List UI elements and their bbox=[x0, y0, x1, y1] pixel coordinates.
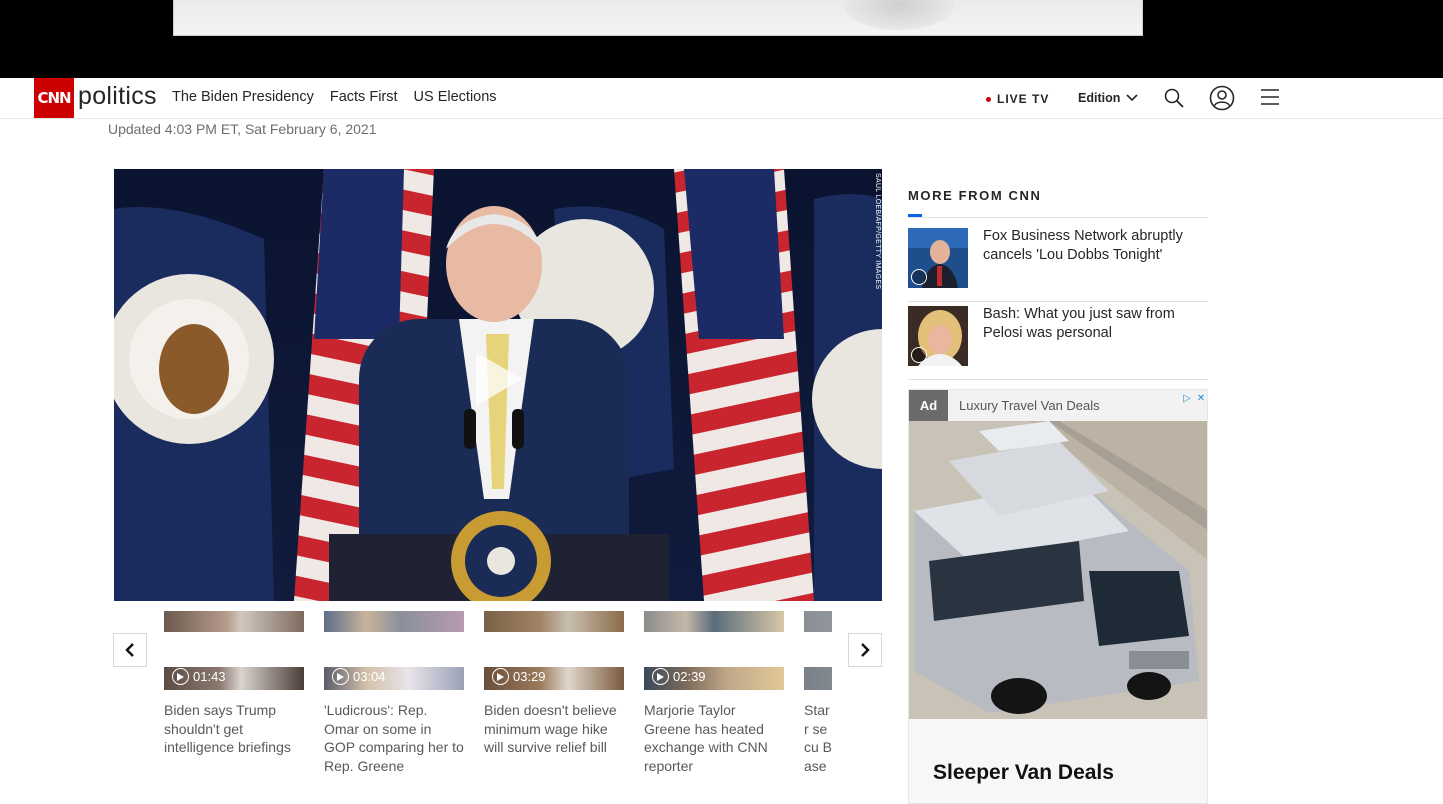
video-carousel: 01:43 Biden says Trump shouldn't get int… bbox=[164, 611, 832, 781]
top-ad-banner[interactable] bbox=[0, 0, 1443, 78]
video-duration: 01:43 bbox=[193, 669, 226, 684]
nav-links: The Biden Presidency Facts First US Elec… bbox=[172, 89, 497, 105]
video-duration: 03:04 bbox=[353, 669, 386, 684]
carousel-caption[interactable]: Biden doesn't believe minimum wage hike … bbox=[484, 701, 624, 757]
account-icon[interactable] bbox=[1209, 85, 1235, 111]
carousel-caption[interactable]: Biden says Trump shouldn't get intellige… bbox=[164, 701, 304, 757]
nav-link-us-elections[interactable]: US Elections bbox=[414, 89, 497, 105]
story-title[interactable]: Bash: What you just saw from Pelosi was … bbox=[983, 305, 1198, 343]
more-from-cnn-heading: MORE FROM CNN bbox=[908, 188, 1042, 203]
video-duration: 02:39 bbox=[673, 669, 706, 684]
chevron-right-icon bbox=[861, 643, 870, 657]
live-dot-icon bbox=[986, 96, 991, 102]
story-thumbnail[interactable] bbox=[908, 306, 968, 366]
video-icon bbox=[911, 347, 927, 363]
menu-icon[interactable] bbox=[1260, 87, 1280, 107]
top-nav: CNN politics The Biden Presidency Facts … bbox=[0, 78, 1443, 119]
updated-timestamp: Updated 4:03 PM ET, Sat February 6, 2021 bbox=[108, 121, 377, 137]
carousel-item[interactable]: Starr secu Base bbox=[804, 611, 832, 775]
ad-image[interactable] bbox=[909, 421, 1208, 719]
nav-link-facts-first[interactable]: Facts First bbox=[330, 89, 398, 105]
story-thumbnail[interactable] bbox=[908, 228, 968, 288]
ad-headline[interactable]: Sleeper Van Deals bbox=[933, 761, 1114, 785]
top-ad-image[interactable] bbox=[173, 0, 1143, 36]
video-icon bbox=[911, 269, 927, 285]
sidebar-story[interactable]: Fox Business Network abruptly cancels 'L… bbox=[908, 218, 1208, 302]
ad-sponsor[interactable]: Luxury Travel Van Deals bbox=[959, 398, 1100, 413]
edition-label: Edition bbox=[1078, 91, 1121, 105]
carousel-caption[interactable]: Marjorie Taylor Greene has heated exchan… bbox=[644, 701, 784, 775]
live-tv-link[interactable]: LIVE TV bbox=[986, 92, 1049, 106]
ad-tag: Ad bbox=[909, 390, 948, 421]
play-icon bbox=[172, 668, 189, 685]
carousel-prev-button[interactable] bbox=[113, 633, 147, 667]
adchoices-icon[interactable]: ▷ bbox=[1181, 392, 1193, 404]
carousel-thumbnail[interactable]: 03:29 bbox=[484, 611, 624, 690]
hero-video-player[interactable]: SAUL LOEB/AFP/GETTY IMAGES bbox=[114, 169, 882, 601]
carousel-caption[interactable]: Starr secu Base bbox=[804, 701, 832, 775]
play-icon bbox=[652, 668, 669, 685]
carousel-next-button[interactable] bbox=[848, 633, 882, 667]
edition-dropdown[interactable]: Edition bbox=[1078, 91, 1138, 105]
cnn-logo[interactable]: CNN bbox=[34, 78, 74, 118]
carousel-item[interactable]: 03:29 Biden doesn't believe minimum wage… bbox=[484, 611, 624, 757]
ad-choices[interactable]: ▷ ✕ bbox=[1181, 392, 1207, 404]
search-icon[interactable] bbox=[1163, 87, 1185, 109]
carousel-item[interactable]: 03:04 'Ludicrous': Rep. Omar on some in … bbox=[324, 611, 464, 775]
chevron-left-icon bbox=[125, 643, 134, 657]
carousel-thumbnail[interactable]: 03:04 bbox=[324, 611, 464, 690]
ad-header: Ad Luxury Travel Van Deals ▷ ✕ bbox=[909, 390, 1207, 421]
chevron-down-icon bbox=[1126, 94, 1138, 102]
section-logo[interactable]: politics bbox=[78, 82, 157, 111]
photo-credit: SAUL LOEB/AFP/GETTY IMAGES bbox=[874, 173, 881, 290]
carousel-item[interactable]: 02:39 Marjorie Taylor Greene has heated … bbox=[644, 611, 784, 775]
carousel-thumbnail[interactable] bbox=[804, 611, 832, 690]
sidebar-story[interactable]: Bash: What you just saw from Pelosi was … bbox=[908, 296, 1208, 380]
play-icon bbox=[332, 668, 349, 685]
play-icon[interactable] bbox=[466, 348, 528, 410]
live-tv-label: LIVE TV bbox=[997, 92, 1050, 106]
nav-link-biden-presidency[interactable]: The Biden Presidency bbox=[172, 89, 314, 105]
carousel-caption[interactable]: 'Ludicrous': Rep. Omar on some in GOP co… bbox=[324, 701, 464, 775]
sidebar-ad[interactable]: Ad Luxury Travel Van Deals ▷ ✕ Sleeper V… bbox=[908, 389, 1208, 804]
close-icon[interactable]: ✕ bbox=[1195, 392, 1207, 404]
play-icon bbox=[492, 668, 509, 685]
carousel-thumbnail[interactable]: 01:43 bbox=[164, 611, 304, 690]
carousel-item[interactable]: 01:43 Biden says Trump shouldn't get int… bbox=[164, 611, 304, 757]
video-duration: 03:29 bbox=[513, 669, 546, 684]
story-title[interactable]: Fox Business Network abruptly cancels 'L… bbox=[983, 227, 1198, 265]
carousel-thumbnail[interactable]: 02:39 bbox=[644, 611, 784, 690]
